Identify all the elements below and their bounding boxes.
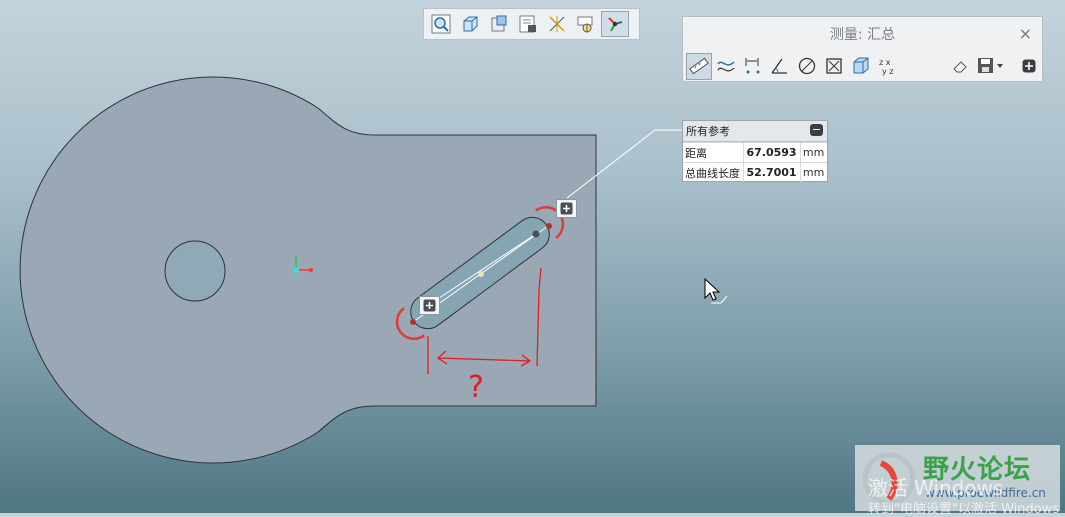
measure-dialog-title: 测量: 汇总 [829, 27, 896, 43]
save-icon[interactable] [974, 53, 1009, 80]
transform-icon[interactable]: z xy z [875, 53, 901, 80]
measure-dialog-titlebar[interactable]: 测量: 汇总 × [683, 17, 1042, 51]
expand-dialog-icon[interactable] [1016, 53, 1042, 80]
datum-display-icon[interactable] [543, 11, 571, 37]
result-value: 52.7001 [743, 162, 801, 182]
result-unit: mm [800, 162, 827, 182]
named-view-icon[interactable] [485, 11, 513, 37]
results-header: 所有参考 − [683, 121, 827, 142]
graphics-toolbar [423, 8, 640, 40]
table-row: 距离 67.0593 mm [683, 142, 827, 163]
length-icon[interactable] [686, 52, 713, 80]
appearance-icon[interactable] [514, 11, 542, 37]
curve-distance-icon[interactable] [713, 53, 739, 80]
volume-icon[interactable] [848, 53, 874, 80]
result-value: 67.0593 [743, 142, 801, 163]
results-header-label: 所有参考 [686, 125, 730, 138]
saved-view-icon[interactable] [456, 11, 484, 37]
area-icon[interactable] [821, 53, 847, 80]
result-unit: mm [800, 142, 827, 163]
table-row: 总曲线长度 52.7001 mm [683, 162, 827, 182]
diameter-icon[interactable] [794, 53, 820, 80]
svg-text:y z: y z [882, 67, 893, 76]
hole[interactable] [164, 240, 226, 302]
expand-marker-icon[interactable] [419, 296, 440, 315]
mouse-cursor-icon [704, 277, 728, 304]
angle-icon[interactable] [767, 53, 793, 80]
measure-dialog: 测量: 汇总 × z xy z [682, 16, 1043, 82]
expand-marker-icon[interactable] [556, 199, 577, 218]
results-table: 距离 67.0593 mm 总曲线长度 52.7001 mm [683, 142, 827, 182]
activation-label: 激活 [868, 476, 908, 500]
collapse-icon[interactable]: − [810, 124, 823, 136]
result-label: 距离 [683, 142, 745, 163]
result-label: 总曲线长度 [683, 162, 745, 182]
eraser-icon[interactable] [947, 53, 973, 80]
distance-icon[interactable] [740, 53, 766, 80]
activation-notice-hint: 转到"电脑设置"以激活 Windows [868, 502, 1060, 517]
activation-os: Windows [914, 476, 1004, 500]
zoom-icon[interactable] [427, 11, 455, 37]
measure-tools: z xy z [683, 51, 1042, 81]
spin-center-icon[interactable] [601, 11, 629, 37]
question-mark: ? [468, 370, 484, 405]
activation-notice-title: 激活 Windows [868, 472, 1003, 501]
measure-results-panel: 所有参考 − 距离 67.0593 mm 总曲线长度 52.7001 mm [682, 120, 828, 182]
close-icon[interactable]: × [1019, 25, 1032, 43]
svg-text:z x: z x [879, 58, 891, 67]
layer-icon[interactable] [572, 11, 600, 37]
